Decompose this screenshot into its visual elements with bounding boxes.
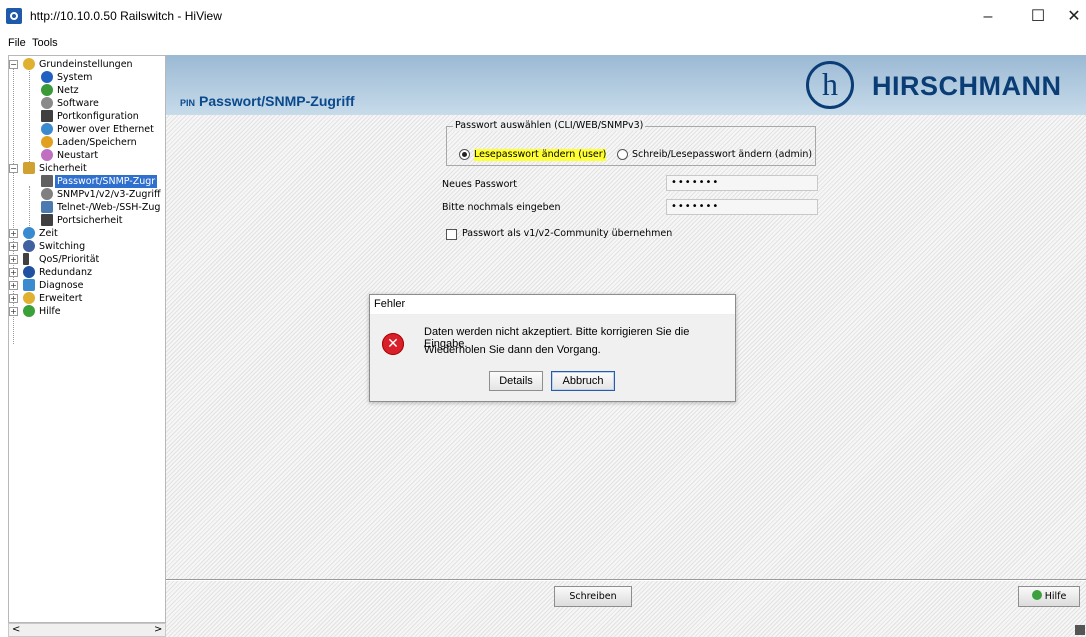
save-icon [41, 136, 53, 148]
help-icon [23, 305, 35, 317]
expand-icon[interactable]: + [9, 294, 18, 303]
page-title: PIN Passwort/SNMP-Zugriff [180, 93, 355, 109]
scroll-right-arrow-icon[interactable]: > [154, 624, 162, 636]
restart-icon [41, 149, 53, 161]
hirschmann-logo-text: HIRSCHMANN [872, 71, 1062, 101]
star-icon [23, 292, 35, 304]
expand-icon[interactable]: + [9, 242, 18, 251]
help-button[interactable]: Hilfe [1018, 586, 1080, 607]
menu-tools[interactable]: Tools [32, 37, 58, 49]
tree-item-label: Software [57, 98, 99, 109]
diagnosis-icon [23, 279, 35, 291]
tree-item-label-selected: Passwort/SNMP-Zugr [55, 175, 158, 188]
collapse-icon[interactable]: − [9, 164, 18, 173]
dialog-body: ✕ Daten werden nicht akzeptiert. Bitte k… [370, 315, 735, 401]
tree-item-label: Switching [39, 241, 86, 252]
radio-write-password[interactable] [617, 149, 628, 160]
expand-icon[interactable]: + [9, 255, 18, 264]
details-button[interactable]: Details [489, 371, 543, 391]
collapse-icon[interactable]: − [9, 60, 18, 69]
tree-item-label: Diagnose [39, 280, 84, 291]
new-password-field[interactable]: ••••••• [666, 175, 818, 191]
new-password-label: Neues Passwort [442, 179, 518, 190]
repeat-password-label: Bitte nochmals eingeben [442, 202, 561, 213]
window-title: http://10.10.0.50 Railswitch - HiView [30, 9, 222, 23]
tree-item-label: Laden/Speichern [57, 137, 137, 148]
tree-item-label: SNMPv1/v2/v3-Zugriff [57, 189, 161, 200]
navigation-tree: − Grundeinstellungen System Netz Softwar… [8, 55, 166, 623]
expand-icon[interactable]: + [9, 229, 18, 238]
tree-guide-line [29, 68, 30, 172]
radio-read-password[interactable] [459, 149, 470, 160]
tree-item-label: Sicherheit [39, 163, 87, 174]
menu-file[interactable]: File [8, 37, 26, 49]
tree-item-label: Zeit [39, 228, 58, 239]
resize-grip-icon[interactable] [1075, 625, 1085, 635]
power-icon [41, 123, 53, 135]
telnet-icon [41, 201, 53, 213]
expand-icon[interactable]: + [9, 268, 18, 277]
tree-item-label: Netz [57, 85, 79, 96]
port-icon [41, 110, 53, 122]
hirschmann-logo-icon: h [806, 61, 854, 109]
tree-item-label: Power over Ethernet [57, 124, 154, 135]
scroll-left-arrow-icon[interactable]: < [12, 624, 20, 636]
group-legend: Passwort auswählen (CLI/WEB/SNMPv3) [453, 120, 646, 131]
tree-item-label: Telnet-/Web-/SSH-Zug [57, 202, 161, 213]
radio-read-label[interactable]: Lesepasswort ändern (user) [474, 149, 607, 161]
folder-star-icon [23, 58, 35, 70]
port-security-icon [41, 214, 53, 226]
tree-item-label: System [57, 72, 93, 83]
help-button-label: Hilfe [1044, 591, 1067, 602]
password-select-group: Passwort auswählen (CLI/WEB/SNMPv3) Lese… [446, 120, 816, 166]
header-banner: PIN Passwort/SNMP-Zugriff h HIRSCHMANN [166, 55, 1086, 115]
info-icon [41, 71, 53, 83]
page-title-text: Passwort/SNMP-Zugriff [199, 93, 355, 109]
app-icon [6, 8, 22, 24]
tree-horizontal-scrollbar[interactable]: < > [8, 623, 166, 637]
repeat-password-field[interactable]: ••••••• [666, 199, 818, 215]
tree-item-label: Erweitert [39, 293, 83, 304]
qos-icon [23, 253, 29, 265]
pin-icon [41, 175, 53, 187]
tree-item-label: Portkonfiguration [57, 111, 139, 122]
minimize-button[interactable]: – [966, 0, 1010, 34]
dialog-message-line2: Wiederholen Sie dann den Vorgang. [424, 344, 601, 356]
redundancy-icon [23, 266, 35, 278]
cancel-button[interactable]: Abbruch [551, 371, 615, 391]
snmp-icon [41, 188, 53, 200]
network-icon [41, 84, 53, 96]
lock-icon [23, 162, 35, 174]
maximize-button[interactable]: ☐ [1016, 0, 1060, 34]
error-icon: ✕ [382, 333, 404, 355]
write-button[interactable]: Schreiben [554, 586, 632, 607]
tree-item-label: Redundanz [39, 267, 92, 278]
tree-item-label: Portsicherheit [57, 215, 123, 226]
tree-item-label: Hilfe [39, 306, 61, 317]
switching-icon [23, 240, 35, 252]
window-title-bar: http://10.10.0.50 Railswitch - HiView – … [0, 0, 1086, 34]
tree-item-label: Neustart [57, 150, 99, 161]
software-icon [41, 97, 53, 109]
bottom-bar: Schreiben Hilfe [166, 581, 1086, 637]
expand-icon[interactable]: + [9, 281, 18, 290]
pin-icon: PIN [180, 98, 196, 108]
help-icon [1031, 590, 1042, 600]
radio-write-label[interactable]: Schreib/Lesepasswort ändern (admin) [632, 149, 812, 161]
tree-item-label: QoS/Priorität [39, 254, 100, 265]
error-dialog: Fehler ✕ Daten werden nicht akzeptiert. … [369, 294, 736, 402]
dialog-title: Fehler [370, 295, 735, 315]
clock-icon [23, 227, 35, 239]
expand-icon[interactable]: + [9, 307, 18, 316]
close-button[interactable]: ✕ [1062, 0, 1086, 34]
community-checkbox[interactable] [446, 229, 457, 240]
menu-bar: File Tools [0, 34, 1086, 52]
tree-item-label: Grundeinstellungen [39, 59, 133, 70]
community-checkbox-label[interactable]: Passwort als v1/v2-Community übernehmen [462, 228, 672, 239]
